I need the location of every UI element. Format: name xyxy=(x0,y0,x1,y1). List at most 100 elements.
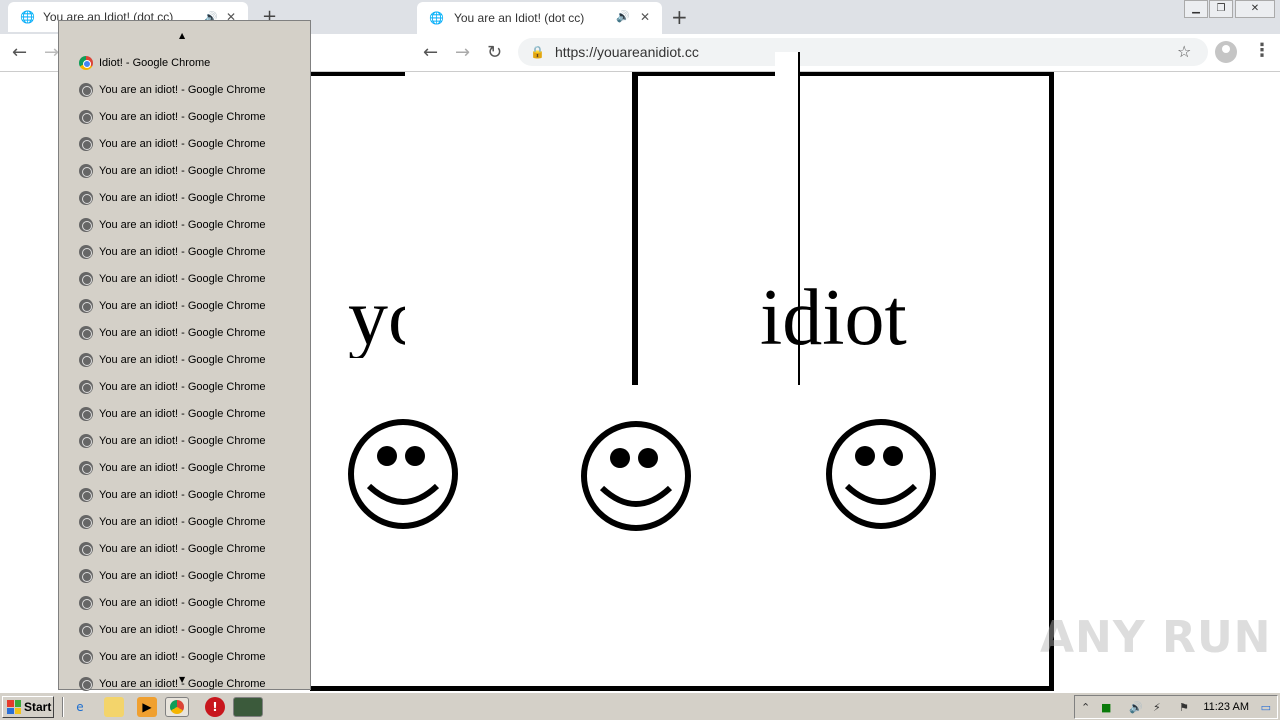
speaker-icon[interactable]: 🔊 xyxy=(616,10,630,23)
close-tab-icon[interactable]: ✕ xyxy=(640,10,650,24)
globe-icon xyxy=(79,514,93,529)
folder-icon[interactable] xyxy=(104,697,124,717)
window-list-item[interactable]: You are an idiot! - Google Chrome xyxy=(59,535,310,562)
window-list-item[interactable]: You are an idiot! - Google Chrome xyxy=(59,76,310,103)
window-list-item[interactable]: You are an idiot! - Google Chrome xyxy=(59,562,310,589)
window-list-item[interactable]: You are an idiot! - Google Chrome xyxy=(59,481,310,508)
window-list-item[interactable]: You are an idiot! - Google Chrome xyxy=(59,589,310,616)
address-bar[interactable]: 🔒 https://youareanidiot.cc xyxy=(518,38,1208,66)
start-button[interactable]: Start xyxy=(2,696,54,718)
chrome-icon xyxy=(170,700,184,714)
new-tab-button[interactable]: + xyxy=(671,5,688,29)
window-list-item[interactable]: You are an idiot! - Google Chrome xyxy=(59,373,310,400)
window-list-item[interactable]: You are an idiot! - Google Chrome xyxy=(59,346,310,373)
popup-window-border xyxy=(632,72,638,385)
taskbar: Start e ▶ ! ⌃ ■ 🔊 ⚡ ⚑ 11:23 AM ▭ xyxy=(0,692,1280,720)
terminal-icon[interactable] xyxy=(233,697,263,717)
back-button[interactable]: ← xyxy=(423,42,438,63)
globe-icon xyxy=(79,460,93,475)
menu-icon[interactable]: ⋮ xyxy=(1253,40,1271,61)
globe-icon xyxy=(79,163,93,178)
window-list-item-label: You are an idiot! - Google Chrome xyxy=(99,83,266,96)
window-list-item[interactable]: You are an idiot! - Google Chrome xyxy=(59,130,310,157)
internet-explorer-icon[interactable]: e xyxy=(70,697,90,717)
system-tray: ⌃ ■ 🔊 ⚡ ⚑ 11:23 AM ▭ xyxy=(1074,695,1278,719)
window-list-item-label: You are an idiot! - Google Chrome xyxy=(99,623,266,636)
window-list-item[interactable]: You are an idiot! - Google Chrome xyxy=(59,508,310,535)
close-window-button[interactable]: ✕ xyxy=(1235,0,1275,18)
globe-icon xyxy=(79,190,93,205)
window-list-item-label: Idiot! - Google Chrome xyxy=(99,56,211,69)
globe-icon xyxy=(79,487,93,502)
window-list-item[interactable]: You are an idiot! - Google Chrome xyxy=(59,211,310,238)
flag-icon[interactable]: ⚑ xyxy=(1179,701,1189,714)
window-list-item-label: You are an idiot! - Google Chrome xyxy=(99,488,266,501)
opera-icon[interactable]: ! xyxy=(205,697,225,717)
window-list-item[interactable]: You are an idiot! - Google Chrome xyxy=(59,643,310,670)
reload-button[interactable]: ↻ xyxy=(487,42,502,63)
start-label: Start xyxy=(24,700,52,714)
window-list-item-label: You are an idiot! - Google Chrome xyxy=(99,191,266,204)
globe-icon xyxy=(79,352,93,367)
watermark: ANY RUN xyxy=(1040,612,1272,663)
chrome-taskbar-button[interactable] xyxy=(165,697,189,717)
taskbar-separator xyxy=(62,697,64,717)
back-button[interactable]: ← xyxy=(12,42,27,63)
window-list-item-label: You are an idiot! - Google Chrome xyxy=(99,569,266,582)
globe-icon xyxy=(79,271,93,286)
windows-logo-icon xyxy=(7,700,21,714)
window-list-item-label: You are an idiot! - Google Chrome xyxy=(99,461,266,474)
foreground-chrome-window: 🌐 You are an Idiot! (dot cc) 🔊 ✕ + ▁ ❐ ✕… xyxy=(405,0,1280,72)
window-list-item[interactable]: You are an idiot! - Google Chrome xyxy=(59,319,310,346)
globe-icon xyxy=(79,109,93,124)
window-list-item[interactable]: You are an idiot! - Google Chrome xyxy=(59,400,310,427)
clock[interactable]: 11:23 AM xyxy=(1203,701,1249,713)
forward-button[interactable]: → xyxy=(44,42,59,63)
show-hidden-icons[interactable]: ⌃ xyxy=(1081,701,1090,714)
window-list-item[interactable]: You are an idiot! - Google Chrome xyxy=(59,238,310,265)
popup-window-border xyxy=(632,72,1054,76)
restore-button[interactable]: ❐ xyxy=(1209,0,1233,18)
window-list-item[interactable]: You are an idiot! - Google Chrome xyxy=(59,157,310,184)
scroll-up-icon[interactable]: ▲ xyxy=(179,31,185,40)
minimize-button[interactable]: ▁ xyxy=(1184,0,1208,18)
active-tab-title: You are an Idiot! (dot cc) xyxy=(453,11,585,25)
active-tab[interactable]: 🌐 You are an Idiot! (dot cc) 🔊 ✕ xyxy=(417,2,662,34)
forward-button[interactable]: → xyxy=(455,42,470,63)
power-icon[interactable]: ⚡ xyxy=(1153,701,1161,714)
window-list-item[interactable]: You are an idiot! - Google Chrome xyxy=(59,427,310,454)
globe-icon xyxy=(79,622,93,637)
url-text[interactable]: https://youareanidiot.cc xyxy=(555,44,699,60)
window-list-item[interactable]: You are an idiot! - Google Chrome xyxy=(59,292,310,319)
globe-icon xyxy=(79,136,93,151)
window-list-item-label: You are an idiot! - Google Chrome xyxy=(99,218,266,231)
window-list-item[interactable]: Idiot! - Google Chrome xyxy=(59,49,310,76)
globe-icon xyxy=(79,217,93,232)
chrome-icon xyxy=(79,55,93,70)
window-list-item-label: You are an idiot! - Google Chrome xyxy=(99,434,266,447)
window-list-item[interactable]: You are an idiot! - Google Chrome xyxy=(59,265,310,292)
globe-icon xyxy=(79,325,93,340)
window-list-item-label: You are an idiot! - Google Chrome xyxy=(99,596,266,609)
media-player-icon[interactable]: ▶ xyxy=(137,697,157,717)
profile-avatar[interactable] xyxy=(1215,41,1237,63)
window-list-item[interactable]: You are an idiot! - Google Chrome xyxy=(59,103,310,130)
network-icon[interactable]: ■ xyxy=(1101,701,1111,714)
window-list-item[interactable]: You are an idiot! - Google Chrome xyxy=(59,184,310,211)
window-list: Idiot! - Google Chrome You are an idiot! … xyxy=(59,49,310,697)
window-list-item[interactable]: You are an idiot! - Google Chrome xyxy=(59,616,310,643)
window-list-item-label: You are an idiot! - Google Chrome xyxy=(99,164,266,177)
window-list-item-label: You are an idiot! - Google Chrome xyxy=(99,380,266,393)
globe-icon xyxy=(79,568,93,583)
lock-icon[interactable]: 🔒 xyxy=(530,45,545,59)
smiley-face-icon xyxy=(581,421,691,531)
scroll-down-icon[interactable]: ▼ xyxy=(179,675,185,684)
window-list-item-label: You are an idiot! - Google Chrome xyxy=(99,407,266,420)
globe-icon xyxy=(79,649,93,664)
bookmark-star-icon[interactable]: ☆ xyxy=(1177,42,1191,61)
smiley-face-icon xyxy=(348,419,458,529)
window-list-item[interactable]: You are an idiot! - Google Chrome xyxy=(59,454,310,481)
volume-icon[interactable]: 🔊 xyxy=(1129,701,1143,714)
globe-icon xyxy=(79,676,93,691)
show-desktop-icon[interactable]: ▭ xyxy=(1261,701,1271,714)
